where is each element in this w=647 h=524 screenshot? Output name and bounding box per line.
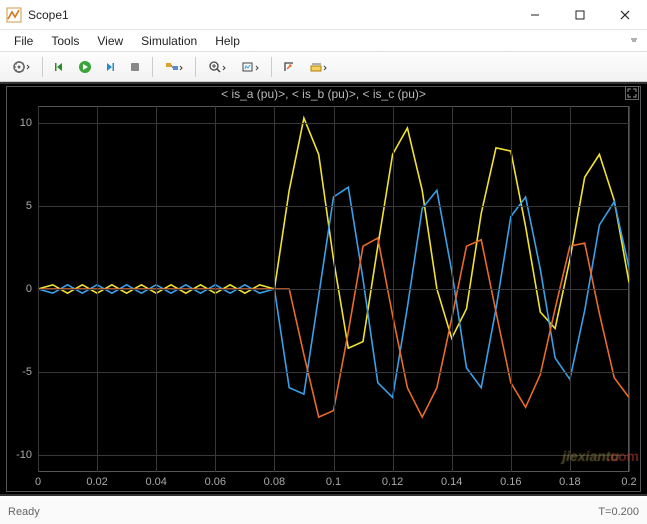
- x-tick-label: 0.06: [205, 476, 226, 488]
- scale-axes-button[interactable]: [278, 56, 300, 78]
- y-tick-label: 5: [26, 200, 32, 212]
- menu-help[interactable]: Help: [207, 32, 248, 50]
- x-tick-label: 0.18: [559, 476, 580, 488]
- x-tick-label: 0.14: [441, 476, 462, 488]
- menu-view[interactable]: View: [89, 32, 131, 50]
- stop-button[interactable]: [124, 56, 146, 78]
- highlight-signal-button[interactable]: [159, 56, 189, 78]
- titlebar-left: Scope1: [6, 7, 69, 23]
- gridline-h: [38, 372, 629, 373]
- x-tick-label: 0.1: [326, 476, 341, 488]
- status-left: Ready: [8, 506, 40, 518]
- x-tick-label: 0.2: [621, 476, 636, 488]
- y-tick-label: -5: [22, 366, 32, 378]
- toolbar-separator: [152, 57, 153, 77]
- status-right: T=0.200: [598, 506, 639, 518]
- menu-tools[interactable]: Tools: [43, 32, 87, 50]
- toolbar: [0, 52, 647, 82]
- statusbar: Ready T=0.200: [0, 500, 647, 524]
- matlab-scope-icon: [6, 7, 22, 23]
- menubar: File Tools View Simulation Help: [0, 30, 647, 52]
- gridline-v: [629, 106, 630, 472]
- titlebar: Scope1: [0, 0, 647, 30]
- menubar-overflow-icon[interactable]: [627, 34, 641, 48]
- x-tick-label: 0: [35, 476, 41, 488]
- zoom-axis-button[interactable]: [235, 56, 265, 78]
- measurements-button[interactable]: [303, 56, 333, 78]
- menu-file[interactable]: File: [6, 32, 41, 50]
- x-tick-label: 0.08: [264, 476, 285, 488]
- y-tick-label: -10: [16, 449, 32, 461]
- step-back-button[interactable]: [49, 56, 71, 78]
- toolbar-separator: [42, 57, 43, 77]
- zoom-button[interactable]: [202, 56, 232, 78]
- x-tick-label: 0.02: [86, 476, 107, 488]
- step-forward-button[interactable]: [99, 56, 121, 78]
- window-title: Scope1: [28, 8, 69, 22]
- gridline-h: [38, 455, 629, 456]
- y-tick-label: 0: [26, 283, 32, 295]
- toolbar-separator: [195, 57, 196, 77]
- x-tick-label: 0.16: [500, 476, 521, 488]
- scope-title: < is_a (pu)>, < is_b (pu)>, < is_c (pu)>: [0, 87, 647, 101]
- maximize-axes-button[interactable]: [625, 86, 639, 100]
- toolbar-separator: [271, 57, 272, 77]
- scope-axes[interactable]: 00.020.040.060.080.10.120.140.160.180.2-…: [38, 106, 629, 472]
- x-tick-label: 0.12: [382, 476, 403, 488]
- menu-simulation[interactable]: Simulation: [133, 32, 205, 50]
- x-tick-label: 0.04: [145, 476, 166, 488]
- config-button[interactable]: [6, 56, 36, 78]
- gridline-h: [38, 123, 629, 124]
- minimize-button[interactable]: [512, 0, 557, 29]
- window-controls: [512, 0, 647, 29]
- maximize-button[interactable]: [557, 0, 602, 29]
- y-tick-label: 10: [20, 117, 32, 129]
- gridline-h: [38, 206, 629, 207]
- run-button[interactable]: [74, 56, 96, 78]
- close-button[interactable]: [602, 0, 647, 29]
- gridline-h: [38, 289, 629, 290]
- scope-plot-area: < is_a (pu)>, < is_b (pu)>, < is_c (pu)>…: [0, 82, 647, 496]
